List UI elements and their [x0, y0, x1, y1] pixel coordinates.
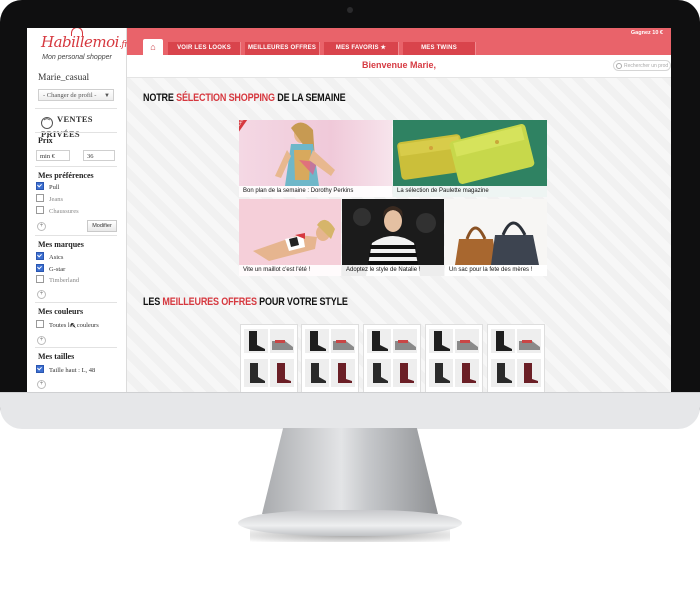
search-input[interactable]: Rechercher un prod [613, 60, 671, 71]
pref-jeans-checkbox[interactable]: Jeans [36, 194, 63, 204]
home-icon[interactable]: ⌂ [143, 39, 163, 55]
tab-mes-twins[interactable]: MES TWINS [403, 42, 476, 55]
brand-gstar-label: G-star [49, 266, 66, 273]
shoes-photo [305, 329, 355, 387]
pref-chaussures-label: Chaussures [49, 208, 79, 215]
offres-title-highlight: MEILLEURES OFFRES [162, 296, 257, 308]
tile-paulette[interactable]: La sélection de Paulette magazine [393, 120, 547, 197]
brand-timberland-checkbox[interactable]: Timberland [36, 275, 79, 285]
logo[interactable]: Habillemoi.fr Mon personal shopper [41, 28, 128, 65]
divider [35, 132, 117, 133]
tile-natalie[interactable]: Adoptez le style de Natalie ! [342, 199, 444, 276]
marques-title: Mes marques [38, 240, 84, 249]
price-min-input[interactable]: min € [36, 150, 70, 161]
selection-title-b: DE LA SEMAINE [274, 92, 346, 104]
modifier-button[interactable]: Modifier [87, 220, 117, 232]
prix-title: Prix [38, 136, 53, 145]
color-all-checkbox[interactable]: Toutes les couleurs [36, 320, 99, 330]
tab-mes-favoris[interactable]: MES FAVORIS ★ [324, 42, 399, 55]
price-max-input[interactable]: 36 [83, 150, 115, 161]
product-card[interactable] [240, 324, 298, 392]
pref-jeans-label: Jeans [49, 196, 64, 203]
shoes-photo [367, 329, 417, 387]
monitor-stand [262, 428, 438, 514]
monitor-chin [0, 392, 700, 429]
hanger-icon [71, 28, 83, 36]
brand-gstar-checkbox[interactable]: G-star [36, 264, 65, 274]
shoes-photo [429, 329, 479, 387]
welcome-message: Bienvenue Marie, [361, 60, 437, 70]
brand-timberland-label: Timberland [49, 277, 80, 284]
monitor-base [238, 510, 462, 536]
size-top-label: Taille haut : L, 48 [49, 367, 96, 374]
add-icon[interactable]: + [37, 336, 46, 345]
screen: Habillemoi.fr Mon personal shopper Marie… [27, 28, 671, 392]
ventes-privees-link[interactable]: ⌒ VENTES PRIVÉES [41, 114, 126, 139]
shoes-photo [244, 329, 294, 387]
tab-meilleures-offres[interactable]: MEILLEURES OFFRES [245, 42, 320, 55]
divider [35, 347, 117, 348]
divider [35, 166, 117, 167]
tailles-title: Mes tailles [38, 352, 75, 361]
add-icon[interactable]: + [37, 290, 46, 299]
tile-caption: Bon plan de la semaine : Dorothy Perkins [239, 186, 392, 197]
logo-tagline: Mon personal shopper [42, 54, 112, 61]
hanger-icon: ⌒ [41, 117, 53, 129]
tile-sac[interactable]: Un sac pour la fete des mères ! [445, 199, 547, 276]
brand-asics-checkbox[interactable]: Asics [36, 252, 63, 262]
tile-caption: La sélection de Paulette magazine [393, 186, 547, 197]
brand-asics-label: Asics [49, 254, 64, 261]
tile-maillot[interactable]: Vite un maillot c'est l'été ! [239, 199, 341, 276]
pref-pull-label: Pull [49, 184, 60, 191]
tab-voir-les-looks[interactable]: VOIR LES LOOKS [168, 42, 241, 55]
offres-title: LES MEILLEURES OFFRES POUR VOTRE STYLE [143, 296, 348, 308]
shoes-photo [491, 329, 541, 387]
top-nav: ⌂ VOIR LES LOOKS MEILLEURES OFFRES MES F… [127, 28, 671, 55]
selection-title-a: NOTRE [143, 92, 177, 104]
mouse-cursor-icon: ↖ [70, 321, 77, 330]
selection-title: NOTRE SÉLECTION SHOPPING DE LA SEMAINE [143, 92, 346, 104]
product-card[interactable] [487, 324, 545, 392]
chevron-down-icon: ▼ [104, 93, 110, 99]
selection-title-highlight: SÉLECTION SHOPPING [176, 92, 275, 104]
search-placeholder: Rechercher un prod [624, 63, 669, 69]
product-card[interactable] [301, 324, 359, 392]
size-top-checkbox[interactable]: Taille haut : L, 48 [36, 365, 95, 375]
tile-caption: Un sac pour la fete des mères ! [445, 265, 547, 276]
preferences-title: Mes préférences [38, 171, 94, 180]
add-icon[interactable]: + [37, 380, 46, 389]
search-icon [616, 63, 622, 69]
gagnez-link[interactable]: Gagnez 10 € [631, 30, 663, 36]
pref-pull-checkbox[interactable]: Pull [36, 182, 59, 192]
profile-select-value: - Changer de profil - [43, 92, 97, 99]
divider [35, 108, 117, 109]
profile-select[interactable]: - Changer de profil - ▼ [38, 89, 114, 101]
divider [35, 235, 117, 236]
couleurs-title: Mes couleurs [38, 307, 84, 316]
tile-dorothy-perkins[interactable]: Exclusivité Bon plan de la semaine : Dor… [239, 120, 392, 197]
offres-title-a: LES [143, 296, 163, 308]
welcome-bar: Bienvenue Marie, Rechercher un prod [127, 55, 671, 78]
sidebar: Habillemoi.fr Mon personal shopper Marie… [27, 28, 128, 392]
divider [35, 302, 117, 303]
camera-icon [347, 7, 353, 13]
add-icon[interactable]: + [37, 222, 46, 231]
tile-caption: Adoptez le style de Natalie ! [342, 265, 444, 276]
pref-chaussures-checkbox[interactable]: Chaussures [36, 206, 79, 216]
offres-title-b: POUR VOTRE STYLE [256, 296, 348, 308]
product-card[interactable] [363, 324, 421, 392]
tile-caption: Vite un maillot c'est l'été ! [239, 265, 341, 276]
user-name: Marie_casual [38, 73, 90, 83]
product-card[interactable] [425, 324, 483, 392]
